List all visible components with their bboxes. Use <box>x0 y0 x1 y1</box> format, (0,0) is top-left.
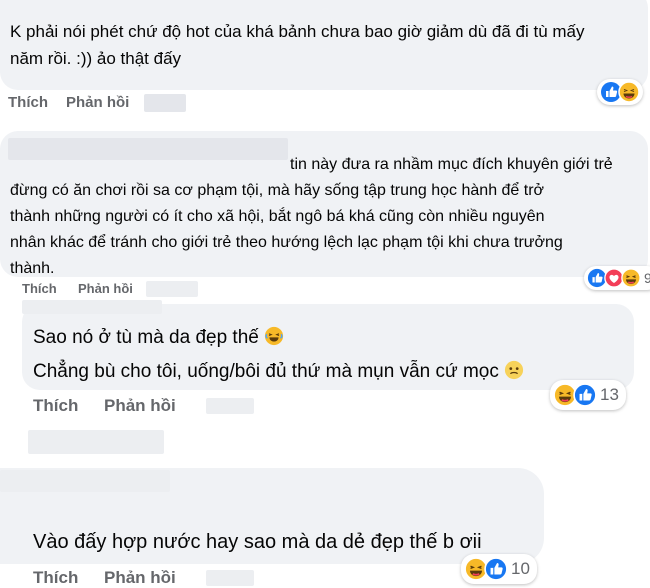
reply-button[interactable]: Phản hồi <box>78 281 133 296</box>
comment-3-line-2: Chẳng bù cho tôi, uống/bôi đủ thứ mà mụn… <box>33 356 524 390</box>
laughing-crying-emoji <box>264 325 284 356</box>
like-icon <box>484 557 508 581</box>
reaction-summary-4[interactable]: 10 <box>461 554 537 584</box>
comment-2-line-2: đừng có ăn chơi rồi sa cơ phạm tội, mà h… <box>10 182 545 199</box>
reply-button[interactable]: Phản hồi <box>66 94 129 111</box>
comment-3-line-1-text: Sao nó ở tù mà da đẹp thế <box>33 327 259 348</box>
comment-1-line-1: K phải nói phét chứ độ hot của khá bảnh … <box>10 22 585 41</box>
comment-2-line-4: nhân khác để tránh cho giới trẻ theo hướ… <box>10 234 563 251</box>
comment-text-4: Vào đấy hợp nước hay sao mà da dẻ đẹp th… <box>33 528 482 556</box>
like-button[interactable]: Thích <box>33 396 78 416</box>
worried-emoji <box>504 359 524 390</box>
reply-button[interactable]: Phản hồi <box>104 396 176 416</box>
comment-3-line-2-text: Chẳng bù cho tôi, uống/bôi đủ thứ mà mụn… <box>33 361 499 382</box>
comment-4-line-1: Vào đấy hợp nước hay sao mà da dẻ đẹp th… <box>33 531 482 553</box>
reaction-count: 10 <box>511 559 530 578</box>
haha-icon <box>621 268 641 288</box>
redacted-author-name <box>0 470 170 492</box>
comment-3-line-1: Sao nó ở tù mà da đẹp thế <box>33 322 524 356</box>
comment-text-1: K phải nói phét chứ độ hot của khá bảnh … <box>10 18 585 72</box>
like-button[interactable]: Thích <box>8 94 48 111</box>
comment-2-line-5: thành. <box>10 260 55 277</box>
redacted-timestamp <box>206 398 254 414</box>
reply-button[interactable]: Phản hồi <box>104 568 176 588</box>
reaction-summary-3[interactable]: 13 <box>550 380 626 410</box>
like-button[interactable]: Thích <box>33 568 78 588</box>
redacted-author-name <box>28 430 164 454</box>
comment-1-line-2: năm rồi. :)) ảo thật đấy <box>10 49 182 68</box>
reaction-summary-2[interactable]: 9 <box>584 266 650 290</box>
reaction-count: 9 <box>644 270 650 286</box>
comment-text-3: Sao nó ở tù mà da đẹp thế Chẳng bù cho t… <box>33 322 524 390</box>
haha-icon <box>618 81 640 103</box>
comment-2-line-1: tin này đưa ra nhầm mục đích khuyên giới… <box>290 156 613 173</box>
comment-text-2: tin này đưa ra nhầm mục đích khuyên giới… <box>10 152 613 282</box>
redacted-timestamp <box>144 94 186 112</box>
redacted-author-name <box>22 300 162 314</box>
redacted-timestamp <box>146 281 198 297</box>
reaction-summary-1[interactable] <box>597 79 643 105</box>
comment-2-line-3: thành những người có ít cho xã hội, bắt … <box>10 208 545 225</box>
like-icon <box>573 383 597 407</box>
like-button[interactable]: Thích <box>22 281 57 296</box>
redacted-timestamp <box>206 570 254 586</box>
reaction-count: 13 <box>600 385 619 404</box>
